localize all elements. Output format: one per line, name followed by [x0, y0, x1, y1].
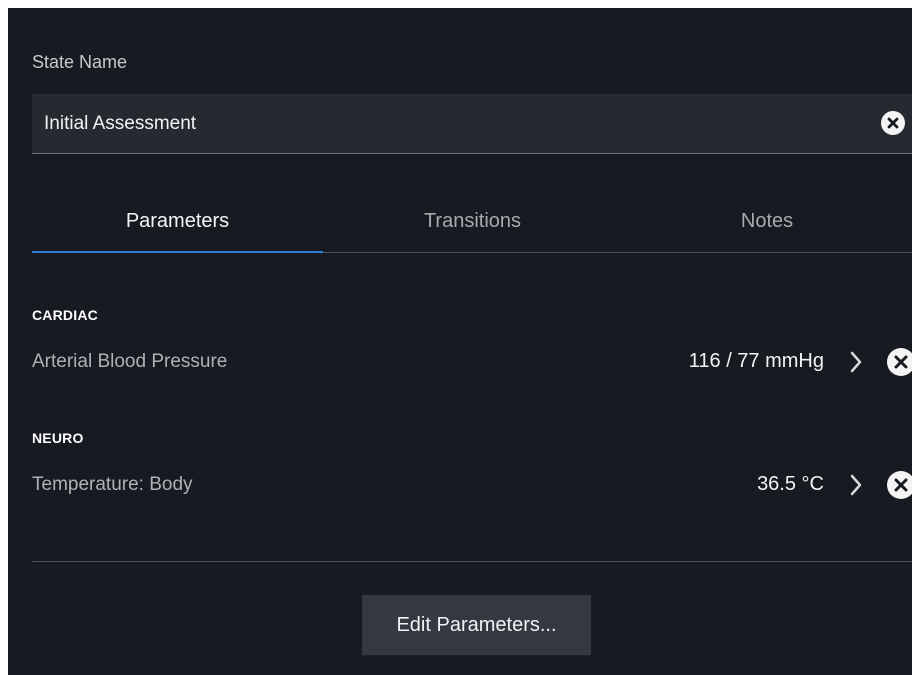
tab-transitions[interactable]: Transitions [323, 194, 622, 253]
body-temperature-value: 36.5 °C [757, 473, 824, 495]
close-circle-icon [894, 355, 908, 369]
tab-notes[interactable]: Notes [622, 194, 912, 253]
state-name-field[interactable] [32, 94, 912, 154]
remove-arterial-blood-pressure-button[interactable] [887, 348, 912, 376]
close-circle-icon [894, 478, 908, 492]
active-tab-indicator [32, 251, 323, 253]
tab-parameters[interactable]: Parameters [32, 194, 323, 253]
open-arterial-blood-pressure-button[interactable] [847, 348, 865, 376]
arterial-blood-pressure-value: 116 / 77 mmHg [688, 350, 824, 372]
open-body-temperature-button[interactable] [847, 471, 865, 499]
parameter-tabs: Parameters Transitions Notes [32, 194, 912, 254]
chevron-right-icon [850, 351, 862, 373]
clear-state-name-button[interactable] [881, 111, 905, 135]
arterial-blood-pressure-label: Arterial Blood Pressure [32, 351, 228, 372]
parameters-divider [32, 561, 912, 562]
remove-body-temperature-button[interactable] [887, 471, 912, 499]
edit-parameters-button[interactable]: Edit Parameters... [362, 595, 591, 655]
body-temperature-label: Temperature: Body [32, 474, 193, 495]
close-circle-icon [887, 117, 899, 129]
cardiac-section-heading: CARDIAC [32, 307, 98, 323]
state-name-input[interactable] [44, 110, 864, 138]
chevron-right-icon [850, 474, 862, 496]
state-editor-panel: State Name Parameters Transitions Notes … [8, 8, 912, 675]
state-name-label: State Name [32, 52, 128, 72]
neuro-section-heading: NEURO [32, 430, 84, 446]
